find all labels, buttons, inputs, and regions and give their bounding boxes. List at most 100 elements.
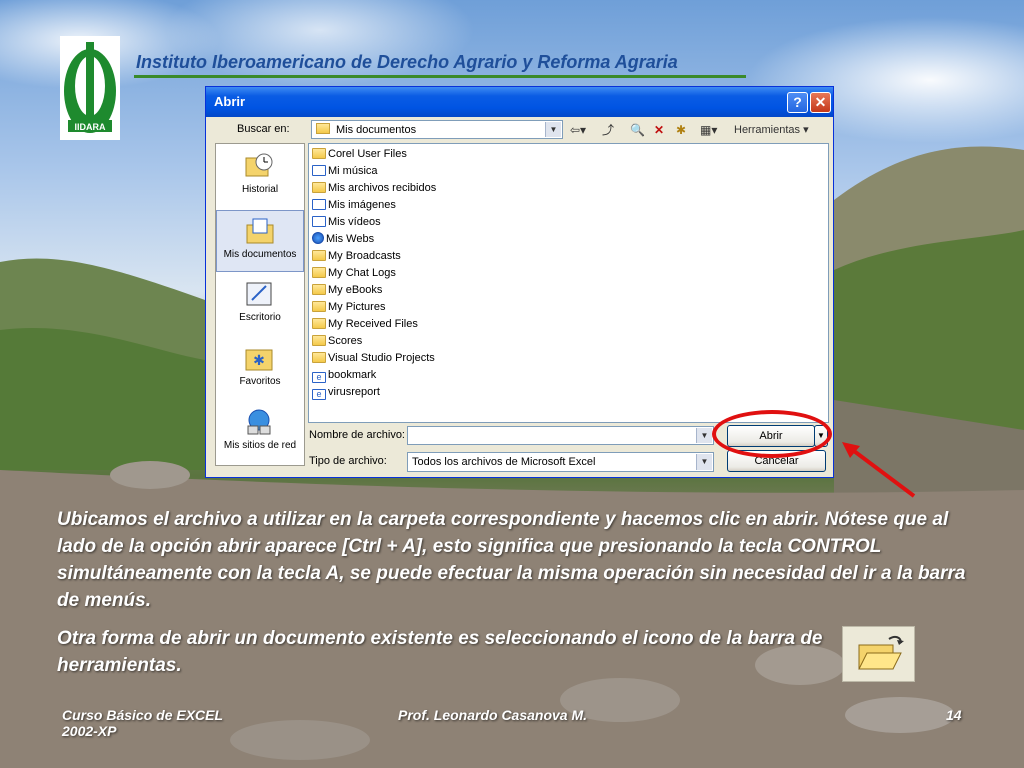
folder-icon	[312, 182, 326, 193]
place-label: Mis sitios de red	[223, 440, 297, 451]
svg-text:IIDARA: IIDARA	[75, 122, 106, 132]
file-list-item[interactable]: My Chat Logs	[312, 265, 396, 281]
folder-icon	[312, 267, 326, 278]
file-name: My Pictures	[328, 301, 386, 313]
file-list-item[interactable]: Scores	[312, 333, 362, 349]
pictures-folder-icon	[312, 199, 326, 210]
look-in-combo[interactable]: Mis documentos ▼	[311, 120, 563, 139]
file-name: My Chat Logs	[328, 267, 396, 279]
web-file-icon: e	[312, 372, 326, 383]
file-name: My Received Files	[328, 318, 418, 330]
file-list-item[interactable]: Mis archivos recibidos	[312, 180, 436, 196]
new-folder-icon[interactable]: ✱	[676, 121, 686, 139]
desktop-icon	[246, 282, 272, 306]
place-mis-sitios-de-red[interactable]: Mis sitios de red	[216, 402, 304, 464]
favorites-icon: ✱	[245, 349, 273, 371]
footer-course: Curso Básico de EXCEL 2002-XP	[62, 707, 223, 739]
title-underline	[134, 75, 746, 78]
place-label: Favoritos	[239, 376, 281, 387]
file-list-item[interactable]: e bookmark	[312, 367, 376, 383]
file-name: Mi música	[328, 165, 378, 177]
file-name: Mis archivos recibidos	[328, 182, 437, 194]
institute-title: Instituto Iberoamericano de Derecho Agra…	[136, 52, 678, 72]
instruction-paragraph: Ubicamos el archivo a utilizar en la car…	[57, 509, 966, 611]
file-list-item[interactable]: My Pictures	[312, 299, 385, 315]
back-icon[interactable]: ⇦▾	[570, 121, 586, 139]
place-label: Mis documentos	[223, 249, 297, 260]
file-list-item[interactable]: My Received Files	[312, 316, 418, 332]
dialog-title: Abrir	[214, 94, 246, 109]
file-name: bookmark	[328, 369, 377, 381]
file-list-item[interactable]: Visual Studio Projects	[312, 350, 435, 366]
file-list-item[interactable]: Mis Webs	[312, 231, 374, 247]
look-in-label: Buscar en:	[237, 123, 290, 135]
tools-label: Herramientas	[734, 124, 801, 136]
file-name: virusreport	[328, 386, 380, 398]
file-list-item[interactable]: Mis vídeos	[312, 214, 381, 230]
search-web-icon[interactable]: 🔍	[630, 121, 645, 139]
file-list[interactable]: Corel User Files Mi música Mis archivos re…	[308, 143, 829, 423]
file-list-item[interactable]: Mi música	[312, 163, 378, 179]
chevron-down-icon[interactable]: ▼	[696, 454, 712, 470]
music-folder-icon	[312, 165, 326, 176]
my-documents-icon	[246, 218, 274, 244]
file-list-item[interactable]: My eBooks	[312, 282, 382, 298]
folder-icon	[312, 284, 326, 295]
folder-icon	[312, 148, 326, 159]
svg-text:✱: ✱	[253, 352, 265, 368]
open-folder-icon	[858, 635, 904, 670]
close-button[interactable]: ✕	[810, 92, 831, 113]
footer-page-number: 14	[946, 707, 962, 723]
file-list-item[interactable]: Corel User Files	[312, 146, 407, 162]
folder-icon	[312, 335, 326, 346]
folder-icon	[312, 352, 326, 363]
web-file-icon: e	[312, 389, 326, 400]
place-historial[interactable]: Historial	[216, 146, 304, 208]
filename-input[interactable]: ▼	[407, 426, 714, 445]
iidara-logo: IIDARA	[60, 36, 120, 140]
file-name: Mis Webs	[326, 233, 375, 245]
folder-icon	[312, 318, 326, 329]
place-mis-documentos[interactable]: Mis documentos	[216, 210, 304, 272]
up-folder-icon[interactable]: ⤴	[602, 121, 614, 139]
dialog-titlebar[interactable]: Abrir ? ✕	[206, 87, 833, 117]
file-name: Mis imágenes	[328, 199, 396, 211]
places-bar: Historial Mis documentos Escritorio ✱ Fa…	[215, 143, 305, 466]
videos-folder-icon	[312, 216, 326, 227]
chevron-down-icon[interactable]: ▼	[545, 122, 561, 137]
place-escritorio[interactable]: Escritorio	[216, 274, 304, 336]
file-name: Mis vídeos	[328, 216, 381, 228]
file-name: Visual Studio Projects	[328, 352, 435, 364]
file-list-item[interactable]: e virusreport	[312, 384, 380, 400]
file-list-item[interactable]: Mis imágenes	[312, 197, 396, 213]
help-button[interactable]: ?	[787, 92, 808, 113]
folder-icon	[316, 123, 330, 134]
pointer-arrow	[842, 442, 916, 498]
views-icon[interactable]: ▦▾	[700, 121, 717, 139]
place-label: Escritorio	[239, 312, 281, 323]
filetype-label: Tipo de archivo:	[309, 455, 387, 467]
slide-background: IIDARA Instituto Iberoamericano de Derec…	[0, 0, 1024, 768]
tools-menu[interactable]: Herramientas ▾	[734, 121, 809, 139]
file-name: My Broadcasts	[328, 250, 401, 262]
place-label: Historial	[241, 184, 279, 195]
file-name: Corel User Files	[328, 148, 407, 160]
look-in-value: Mis documentos	[336, 124, 417, 136]
history-icon	[245, 153, 273, 177]
filetype-value: Todos los archivos de Microsoft Excel	[412, 456, 596, 468]
toolbar-tip-paragraph: Otra forma de abrir un documento existen…	[57, 628, 823, 676]
folder-icon	[312, 301, 326, 312]
file-name: My eBooks	[328, 284, 383, 296]
delete-icon[interactable]: ✕	[654, 121, 664, 139]
network-places-icon	[247, 409, 271, 435]
filename-label: Nombre de archivo:	[309, 429, 405, 441]
folder-icon	[312, 250, 326, 261]
filetype-select[interactable]: Todos los archivos de Microsoft Excel ▼	[407, 452, 714, 472]
open-toolbar-button-image	[842, 626, 915, 682]
place-favoritos[interactable]: ✱ Favoritos	[216, 338, 304, 400]
webs-folder-icon	[312, 232, 324, 244]
file-name: Scores	[328, 335, 363, 347]
chevron-down-icon[interactable]: ▼	[696, 428, 712, 443]
file-list-item[interactable]: My Broadcasts	[312, 248, 401, 264]
highlight-ellipse	[712, 410, 832, 458]
